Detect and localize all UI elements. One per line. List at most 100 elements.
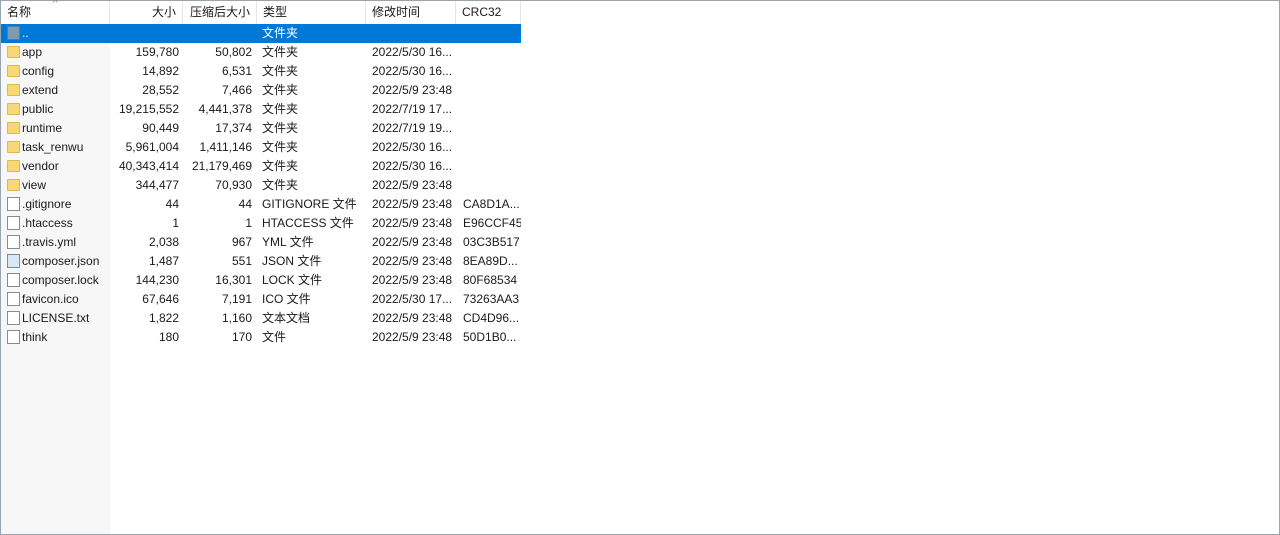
- cell-modified: 2022/5/30 16...: [372, 64, 453, 78]
- list-item[interactable]: .gitignore 44 44 GITIGNORE 文件 2022/5/9 23:48…: [1, 195, 521, 214]
- list-item[interactable]: favicon.ico 67,646 7,191 ICO 文件 2022/5/30 17…: [1, 290, 521, 309]
- cell-crc32: E96CCF45: [463, 216, 521, 230]
- folder-icon: [7, 122, 20, 134]
- cell-crc32: [463, 100, 521, 119]
- column-header-packed-size[interactable]: 压缩后大小: [183, 1, 257, 24]
- folder-icon: [7, 84, 20, 96]
- cell-crc32: [463, 176, 521, 195]
- cell-modified: 2022/5/9 23:48: [372, 83, 453, 97]
- cell-name-label: .htaccess: [22, 216, 73, 230]
- column-header-crc32[interactable]: CRC32: [456, 1, 521, 24]
- list-item[interactable]: think 180 170 文件 2022/5/9 23:48 50D1B0...: [1, 328, 521, 347]
- cell-name: app: [5, 43, 111, 62]
- cell-modified: 2022/5/9 23:48: [372, 216, 453, 230]
- list-item[interactable]: config 14,892 6,531 文件夹 2022/5/30 16...: [1, 62, 521, 81]
- folder-icon: [7, 103, 20, 115]
- column-header-type[interactable]: 类型: [257, 1, 366, 24]
- file-icon: [7, 330, 20, 344]
- cell-type: 文件夹: [262, 102, 299, 116]
- list-item[interactable]: vendor 40,343,414 21,179,469 文件夹 2022/5/30 1…: [1, 157, 521, 176]
- folder-icon: [7, 179, 20, 191]
- cell-name: .gitignore: [5, 195, 111, 214]
- cell-name: config: [5, 62, 111, 81]
- cell-type: 文件夹: [262, 121, 299, 135]
- cell-name: composer.lock: [5, 271, 111, 290]
- cell-name-label: task_renwu: [22, 140, 84, 154]
- list-item[interactable]: .htaccess 1 1 HTACCESS 文件 2022/5/9 23:48 E96C…: [1, 214, 521, 233]
- cell-modified: 2022/5/9 23:48: [372, 311, 453, 325]
- cell-modified: 2022/5/30 17...: [372, 292, 453, 306]
- cell-type: ICO 文件: [262, 292, 311, 306]
- cell-packed-size: 44: [238, 197, 252, 211]
- cell-size: 40,343,414: [118, 159, 179, 173]
- list-item[interactable]: LICENSE.txt 1,822 1,160 文本文档 2022/5/9 23:48 C…: [1, 309, 521, 328]
- cell-name: favicon.ico: [5, 290, 111, 309]
- cell-packed-size: 50,802: [215, 45, 252, 59]
- list-item-selected[interactable]: .. 文件夹: [1, 24, 521, 43]
- cell-type: 文件: [262, 330, 287, 344]
- cell-packed-size: 7,466: [221, 83, 252, 97]
- cell-crc32: [463, 24, 521, 43]
- list-item[interactable]: public 19,215,552 4,441,378 文件夹 2022/7/19 17…: [1, 100, 521, 119]
- list-item[interactable]: task_renwu 5,961,004 1,411,146 文件夹 2022/5/30…: [1, 138, 521, 157]
- cell-modified: 2022/5/9 23:48: [372, 197, 453, 211]
- list-item[interactable]: app 159,780 50,802 文件夹 2022/5/30 16...: [1, 43, 521, 62]
- cell-type: 文件夹: [262, 26, 299, 40]
- column-header-name-label: 名称: [7, 5, 32, 19]
- list-item[interactable]: composer.lock 144,230 16,301 LOCK 文件 2022/5/…: [1, 271, 521, 290]
- cell-modified: 2022/5/9 23:48: [372, 330, 453, 344]
- cell-name-label: app: [22, 45, 43, 59]
- cell-name: composer.json: [5, 252, 111, 271]
- list-item[interactable]: view 344,477 70,930 文件夹 2022/5/9 23:48: [1, 176, 521, 195]
- cell-type: GITIGNORE 文件: [262, 197, 357, 211]
- cell-crc32: [463, 81, 521, 100]
- cell-name: .htaccess: [5, 214, 111, 233]
- cell-name: .travis.yml: [5, 233, 111, 252]
- cell-type: 文本文档: [262, 311, 311, 325]
- cell-crc32: [463, 62, 521, 81]
- cell-size: 14,892: [142, 64, 179, 78]
- file-icon: [7, 292, 20, 306]
- cell-packed-size: 170: [231, 330, 252, 344]
- cell-type: LOCK 文件: [262, 273, 323, 287]
- column-header-name[interactable]: 名称 ^: [1, 0, 110, 24]
- cell-name-label: think: [22, 330, 48, 344]
- list-item[interactable]: runtime 90,449 17,374 文件夹 2022/7/19 19...: [1, 119, 521, 138]
- cell-name-label: favicon.ico: [22, 292, 79, 306]
- cell-packed-size: 6,531: [221, 64, 252, 78]
- cell-name-label: view: [22, 178, 47, 192]
- cell-size: 5,961,004: [125, 140, 179, 154]
- file-icon: [7, 311, 20, 325]
- cell-name-label: LICENSE.txt: [22, 311, 90, 325]
- cell-crc32: 03C3B517: [463, 235, 520, 249]
- cell-size: [111, 24, 179, 43]
- cell-name: extend: [5, 81, 111, 100]
- cell-size: 1,487: [148, 254, 179, 268]
- cell-size: 180: [158, 330, 179, 344]
- folder-icon: [7, 141, 20, 153]
- column-header-modified[interactable]: 修改时间: [366, 1, 456, 24]
- folder-icon: [7, 160, 20, 172]
- cell-size: 67,646: [142, 292, 179, 306]
- cell-type: YML 文件: [262, 235, 314, 249]
- file-icon: [7, 216, 20, 230]
- cell-size: 44: [165, 197, 179, 211]
- list-item[interactable]: .travis.yml 2,038 967 YML 文件 2022/5/9 23:48 0…: [1, 233, 521, 252]
- cell-modified: 2022/5/9 23:48: [372, 273, 453, 287]
- cell-packed-size: 7,191: [221, 292, 252, 306]
- cell-size: 1,822: [148, 311, 179, 325]
- cell-crc32: [463, 43, 521, 62]
- list-item[interactable]: composer.json 1,487 551 JSON 文件 2022/5/9 23:…: [1, 252, 521, 271]
- cell-packed-size: 16,301: [215, 273, 252, 287]
- cell-type: 文件夹: [262, 140, 299, 154]
- column-header-size[interactable]: 大小: [110, 1, 183, 24]
- cell-size: 19,215,552: [118, 102, 179, 116]
- cell-name: LICENSE.txt: [5, 309, 111, 328]
- json-file-icon: [7, 254, 20, 268]
- cell-name-label: composer.lock: [22, 273, 99, 287]
- folder-icon: [7, 46, 20, 58]
- cell-modified: 2022/5/30 16...: [372, 159, 453, 173]
- list-item[interactable]: extend 28,552 7,466 文件夹 2022/5/9 23:48: [1, 81, 521, 100]
- cell-name-label: public: [22, 102, 54, 116]
- cell-packed-size: [184, 24, 252, 43]
